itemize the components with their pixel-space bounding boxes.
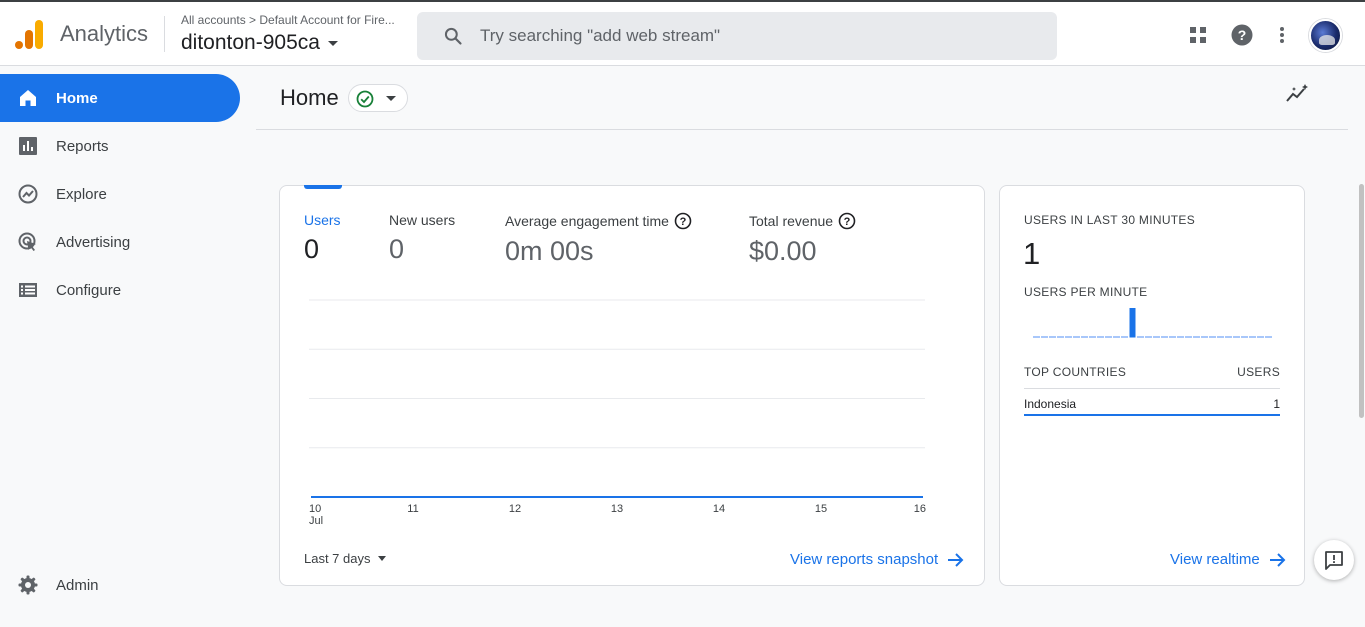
sidebar-item-configure[interactable]: Configure bbox=[0, 266, 240, 314]
users-cell: 1 bbox=[1273, 397, 1280, 411]
property-selector[interactable]: ditonton-905ca bbox=[181, 31, 338, 55]
country-share-bar bbox=[1024, 414, 1280, 416]
minute-bar bbox=[1129, 308, 1136, 338]
x-month-label: Jul bbox=[309, 515, 323, 527]
metric-value: 0m 00s bbox=[505, 236, 594, 266]
metric-tab-users[interactable]: Users 0 bbox=[304, 212, 341, 265]
link-label: View realtime bbox=[1170, 551, 1260, 568]
property-name: ditonton-905ca bbox=[181, 31, 320, 54]
analytics-logo-icon[interactable] bbox=[14, 18, 44, 50]
x-tick-label: 12 bbox=[509, 503, 521, 515]
realtime-card: USERS IN LAST 30 MINUTES 1 USERS PER MIN… bbox=[999, 185, 1305, 586]
page-title: Home bbox=[280, 85, 339, 110]
sidebar-item-label: Advertising bbox=[56, 233, 131, 251]
explore-icon bbox=[18, 184, 38, 204]
more-vert-icon[interactable] bbox=[1271, 24, 1293, 46]
metric-tab-total-revenue[interactable]: Total revenue ? $0.00 bbox=[749, 212, 856, 267]
insights-icon[interactable] bbox=[1286, 84, 1310, 104]
metric-value: 0 bbox=[304, 234, 320, 264]
scrollbar[interactable] bbox=[1359, 184, 1364, 418]
svg-text:?: ? bbox=[1238, 27, 1247, 43]
column-header-users: USERS bbox=[1237, 365, 1280, 379]
header-divider bbox=[256, 129, 1348, 130]
x-tick-label: 15 bbox=[815, 503, 827, 515]
caret-down-icon bbox=[386, 96, 396, 101]
app-name: Analytics bbox=[60, 21, 149, 46]
metric-value: 0 bbox=[389, 234, 405, 264]
header-divider bbox=[164, 16, 165, 52]
metric-label: Total revenue bbox=[749, 213, 834, 229]
feedback-icon bbox=[1325, 551, 1343, 570]
x-tick-label: 16 bbox=[914, 503, 926, 515]
breadcrumb[interactable]: All accounts > Default Account for Fire.… bbox=[181, 13, 409, 27]
sidebar-item-admin[interactable]: Admin bbox=[0, 561, 240, 609]
sidebar-item-reports[interactable]: Reports bbox=[0, 122, 240, 170]
list-icon bbox=[19, 283, 37, 297]
view-realtime-link[interactable]: View realtime bbox=[1170, 551, 1286, 568]
check-circle-icon bbox=[356, 90, 374, 108]
arrow-forward-icon bbox=[948, 552, 964, 567]
feedback-button[interactable] bbox=[1314, 540, 1354, 580]
realtime-users-value: 1 bbox=[1023, 236, 1041, 271]
help-outline-icon[interactable]: ? bbox=[674, 212, 692, 230]
metric-tab-engagement-time[interactable]: Average engagement time ? 0m 00s bbox=[505, 212, 692, 267]
x-tick-label: 11 bbox=[407, 503, 418, 515]
date-range-label: Last 7 days bbox=[304, 551, 371, 566]
metric-tab-new-users[interactable]: New users 0 bbox=[389, 212, 455, 265]
status-dropdown[interactable] bbox=[348, 84, 408, 112]
metric-label: Average engagement time bbox=[505, 213, 669, 229]
selected-tab-indicator bbox=[304, 185, 342, 189]
users-per-minute-label: USERS PER MINUTE bbox=[1024, 285, 1148, 299]
date-range-selector[interactable]: Last 7 days bbox=[304, 551, 386, 566]
sidebar-item-label: Explore bbox=[56, 185, 107, 203]
search-input[interactable] bbox=[480, 26, 1000, 46]
svg-text:?: ? bbox=[844, 216, 851, 228]
help-icon[interactable]: ? bbox=[1231, 24, 1253, 46]
arrow-forward-icon bbox=[1269, 552, 1286, 567]
sidebar-item-label: Home bbox=[56, 89, 98, 107]
summary-card: Users 0 New users 0 Average engagement t… bbox=[279, 185, 985, 586]
home-icon bbox=[20, 90, 36, 106]
sidebar-item-label: Configure bbox=[56, 281, 122, 299]
top-bar: Analytics All accounts > Default Account… bbox=[0, 0, 1365, 66]
table-divider bbox=[1024, 388, 1280, 389]
metric-label: New users bbox=[389, 212, 456, 228]
users-line-chart: 10 11 12 13 14 15 16 Jul bbox=[309, 299, 926, 527]
metric-value: $0.00 bbox=[749, 236, 817, 266]
sidebar-item-home[interactable]: Home bbox=[0, 74, 240, 122]
users-per-minute-chart bbox=[1033, 308, 1272, 338]
advertising-icon bbox=[18, 232, 36, 251]
bar-chart-icon bbox=[19, 137, 37, 155]
svg-text:?: ? bbox=[680, 216, 687, 228]
avatar[interactable] bbox=[1309, 19, 1342, 52]
apps-grid-icon[interactable] bbox=[1187, 24, 1209, 46]
caret-down-icon bbox=[327, 40, 338, 46]
sidebar-item-advertising[interactable]: Advertising bbox=[0, 218, 240, 266]
x-tick-label: 10 bbox=[309, 503, 321, 515]
caret-down-icon bbox=[377, 556, 386, 561]
sidebar-item-label: Reports bbox=[56, 137, 109, 155]
help-outline-icon[interactable]: ? bbox=[838, 212, 856, 230]
sidebar-item-explore[interactable]: Explore bbox=[0, 170, 240, 218]
column-header-country: TOP COUNTRIES bbox=[1024, 365, 1127, 379]
metric-label: Users bbox=[304, 212, 341, 228]
sidebar-item-label: Admin bbox=[56, 576, 99, 594]
search-icon bbox=[444, 27, 462, 45]
realtime-users-label: USERS IN LAST 30 MINUTES bbox=[1024, 213, 1196, 227]
country-cell: Indonesia bbox=[1024, 397, 1077, 411]
table-row: Indonesia 1 bbox=[1024, 397, 1280, 411]
search-bar[interactable] bbox=[417, 12, 1057, 60]
link-label: View reports snapshot bbox=[790, 551, 939, 568]
gear-icon bbox=[18, 575, 38, 595]
x-tick-label: 13 bbox=[611, 503, 623, 515]
x-tick-label: 14 bbox=[713, 503, 725, 515]
view-reports-snapshot-link[interactable]: View reports snapshot bbox=[790, 551, 964, 568]
top-countries-header: TOP COUNTRIES USERS bbox=[1024, 365, 1280, 379]
